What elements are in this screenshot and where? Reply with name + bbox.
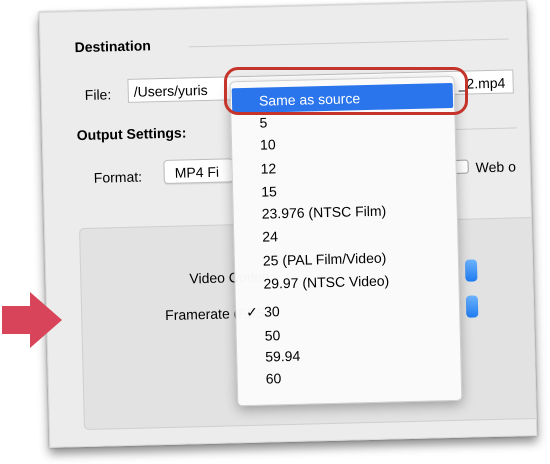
highlight-callout — [224, 67, 468, 115]
destination-heading: Destination — [74, 37, 152, 56]
format-label: Format: — [93, 168, 143, 186]
framerate-option[interactable]: 50 — [264, 324, 281, 346]
framerate-option[interactable]: 15 — [261, 180, 277, 202]
framerate-option[interactable]: 59.94 — [265, 345, 301, 368]
section-divider — [188, 38, 509, 48]
pointer-arrow-icon — [2, 292, 62, 348]
format-value: MP4 Fi — [174, 163, 220, 181]
web-optimize-label: Web o — [475, 158, 517, 176]
file-path-value: /Users/yuris — [133, 81, 208, 100]
framerate-option[interactable]: 30 — [264, 300, 280, 322]
file-label: File: — [84, 86, 112, 103]
framerate-option[interactable]: 23.976 (NTSC Film) — [261, 200, 387, 225]
framerate-option[interactable]: 12 — [260, 157, 276, 179]
framerate-option[interactable]: 29.97 (NTSC Video) — [263, 270, 389, 295]
format-select[interactable]: MP4 Fi — [163, 158, 234, 185]
framerate-dropdown-menu: ✓ Same as source 5 10 12 15 23.976 (NTSC Film… — [229, 75, 463, 407]
checkmark-icon: ✓ — [245, 303, 259, 321]
framerate-option[interactable]: 25 (PAL Film/Video) — [263, 247, 387, 272]
framerate-popup-arrows[interactable] — [465, 295, 479, 318]
output-settings-heading: Output Settings: — [76, 124, 187, 144]
framerate-option[interactable]: 24 — [262, 225, 278, 247]
framerate-option[interactable]: 10 — [260, 133, 276, 155]
video-codec-popup-arrows[interactable] — [464, 259, 478, 282]
framerate-option[interactable]: 60 — [266, 367, 282, 389]
